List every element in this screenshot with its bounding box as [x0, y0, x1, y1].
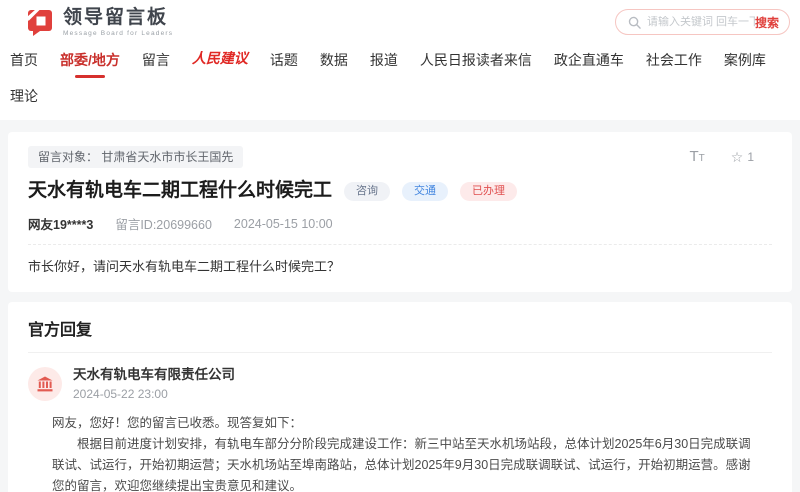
tag-consult: 咨询 — [344, 182, 390, 201]
reply-paragraph-2: 根据目前进度计划安排，有轨电车部分分阶段完成建设工作：新三中站至天水机场站段，总… — [52, 434, 762, 492]
search-bar: 搜索 — [615, 9, 790, 35]
nav-item-ministries-local[interactable]: 部委/地方 — [60, 48, 120, 72]
org-avatar — [28, 367, 62, 401]
message-target-tag: 留言对象： 甘肃省天水市市长王国先 — [28, 146, 243, 168]
message-author: 网友19****3 — [28, 214, 93, 233]
nav-item-messages[interactable]: 留言 — [142, 48, 170, 72]
search-input[interactable] — [647, 16, 755, 28]
search-button[interactable]: 搜索 — [755, 14, 779, 31]
nav-item-data[interactable]: 数据 — [320, 48, 348, 72]
reply-section-title: 官方回复 — [28, 316, 772, 353]
message-card: 留言对象： 甘肃省天水市市长王国先 TT ☆ 1 天水有轨电车二期工程什么时候完… — [8, 132, 792, 292]
message-title: 天水有轨电车二期工程什么时候完工 — [28, 178, 332, 204]
nav-item-readers-letters[interactable]: 人民日报读者来信 — [420, 48, 532, 72]
reply-date: 2024-05-22 23:00 — [73, 387, 235, 401]
message-id: 留言ID:20699660 — [115, 214, 212, 233]
message-body: 市长你好，请问天水有轨电车二期工程什么时候完工？ — [28, 258, 772, 276]
favorite-button[interactable]: ☆ 1 — [731, 150, 754, 164]
logo-subtitle: Message Board for Leaders — [63, 30, 173, 37]
government-building-icon — [37, 376, 53, 392]
logo-icon — [26, 8, 54, 36]
nav-item-topics[interactable]: 话题 — [270, 48, 298, 72]
org-name: 天水有轨电车有限责任公司 — [73, 367, 235, 383]
logo-title: 领导留言板 — [63, 8, 173, 28]
main-nav: 首页 部委/地方 留言 人民建议 话题 数据 报道 人民日报读者来信 政企直通车… — [0, 44, 800, 120]
nav-item-theory[interactable]: 理论 — [10, 84, 38, 108]
reply-body: 网友，您好！您的留言已收悉。现答复如下： 根据目前进度计划安排，有轨电车部分分阶… — [52, 413, 762, 492]
reply-card: 官方回复 天水有轨电车有限责任公司 2024-05-22 23:00 — [8, 302, 792, 492]
star-icon: ☆ — [731, 150, 744, 164]
nav-item-gov-business-express[interactable]: 政企直通车 — [554, 48, 624, 72]
nav-item-home[interactable]: 首页 — [10, 48, 38, 72]
nav-item-social-work[interactable]: 社会工作 — [646, 48, 702, 72]
nav-item-case-library[interactable]: 案例库 — [724, 48, 766, 72]
nav-item-peoples-suggestions[interactable]: 人民建议 — [192, 48, 248, 72]
reply-paragraph-1: 网友，您好！您的留言已收悉。现答复如下： — [52, 413, 762, 434]
content-area: 留言对象： 甘肃省天水市市长王国先 TT ☆ 1 天水有轨电车二期工程什么时候完… — [0, 120, 800, 492]
star-count: 1 — [747, 150, 754, 164]
dashed-divider — [28, 244, 772, 245]
nav-item-reports[interactable]: 报道 — [370, 48, 398, 72]
site-logo[interactable]: 领导留言板 Message Board for Leaders — [26, 8, 173, 37]
tag-status-handled: 已办理 — [460, 182, 517, 201]
site-header: 领导留言板 Message Board for Leaders 搜索 — [0, 0, 800, 44]
font-size-button[interactable]: TT — [689, 148, 704, 165]
search-icon — [628, 16, 641, 29]
message-date: 2024-05-15 10:00 — [234, 217, 333, 231]
tag-transport: 交通 — [402, 182, 448, 201]
